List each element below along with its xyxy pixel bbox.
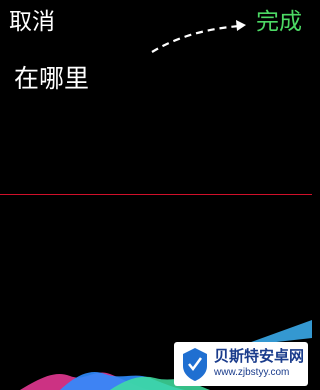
done-button[interactable]: 完成 <box>256 7 302 37</box>
top-bar: 取消 完成 <box>0 0 312 53</box>
watermark-url: www.zjbstyy.com <box>214 367 290 378</box>
watermark-badge: 贝斯特安卓网 www.zjbstyy.com <box>174 342 308 386</box>
dashed-arrow-icon <box>151 20 246 53</box>
watermark-name: 贝斯特安卓网 <box>214 347 305 365</box>
dictated-text: 在哪里 <box>14 64 90 93</box>
divider-line <box>0 194 312 195</box>
shield-logo-icon <box>183 348 207 381</box>
cancel-button[interactable]: 取消 <box>9 7 55 37</box>
